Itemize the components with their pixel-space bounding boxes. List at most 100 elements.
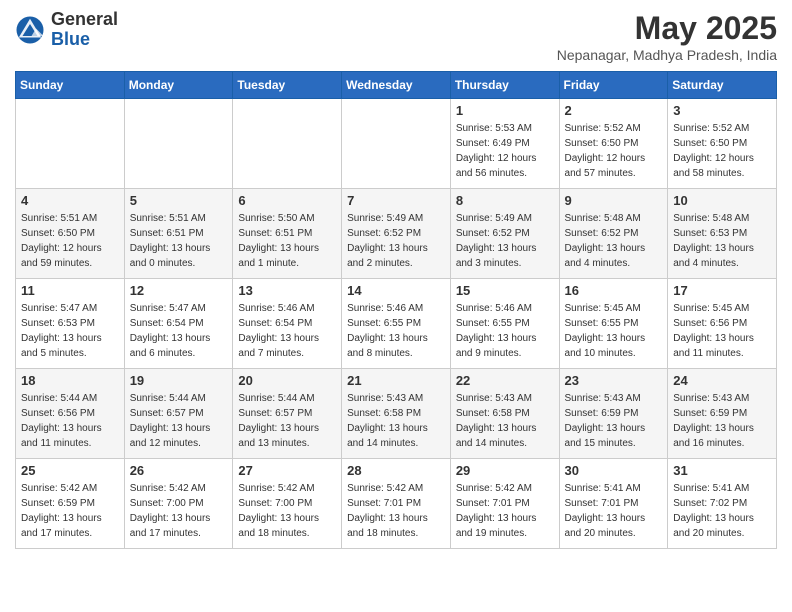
day-info: Sunrise: 5:53 AM Sunset: 6:49 PM Dayligh… [456, 121, 554, 181]
calendar-week-row: 4 Sunrise: 5:51 AM Sunset: 6:50 PM Daylig… [16, 189, 777, 279]
title-block: May 2025 Nepanagar, Madhya Pradesh, Indi… [557, 10, 777, 63]
calendar-cell: 16 Sunrise: 5:45 AM Sunset: 6:55 PM Dayli… [559, 279, 668, 369]
day-info: Sunrise: 5:45 AM Sunset: 6:56 PM Dayligh… [673, 301, 771, 361]
day-number: 11 [21, 283, 119, 298]
day-info: Sunrise: 5:52 AM Sunset: 6:50 PM Dayligh… [673, 121, 771, 181]
day-number: 2 [565, 103, 663, 118]
day-info: Sunrise: 5:42 AM Sunset: 7:00 PM Dayligh… [130, 481, 228, 541]
calendar-cell: 11 Sunrise: 5:47 AM Sunset: 6:53 PM Dayli… [16, 279, 125, 369]
day-info: Sunrise: 5:49 AM Sunset: 6:52 PM Dayligh… [456, 211, 554, 271]
location: Nepanagar, Madhya Pradesh, India [557, 47, 777, 63]
day-info: Sunrise: 5:42 AM Sunset: 6:59 PM Dayligh… [21, 481, 119, 541]
day-info: Sunrise: 5:44 AM Sunset: 6:57 PM Dayligh… [238, 391, 336, 451]
calendar-cell: 31Sunrise: 5:41 AM Sunset: 7:02 PM Dayli… [668, 459, 777, 549]
day-number: 5 [130, 193, 228, 208]
calendar-cell: 18 Sunrise: 5:44 AM Sunset: 6:56 PM Dayli… [16, 369, 125, 459]
calendar-cell: 1 Sunrise: 5:53 AM Sunset: 6:49 PM Daylig… [450, 99, 559, 189]
day-header-wednesday: Wednesday [342, 72, 451, 99]
calendar-cell: 29 Sunrise: 5:42 AM Sunset: 7:01 PM Dayli… [450, 459, 559, 549]
calendar-cell: 30Sunrise: 5:41 AM Sunset: 7:01 PM Dayli… [559, 459, 668, 549]
calendar-week-row: 11 Sunrise: 5:47 AM Sunset: 6:53 PM Dayli… [16, 279, 777, 369]
day-number: 6 [238, 193, 336, 208]
calendar-cell: 3 Sunrise: 5:52 AM Sunset: 6:50 PM Daylig… [668, 99, 777, 189]
day-info: Sunrise: 5:50 AM Sunset: 6:51 PM Dayligh… [238, 211, 336, 271]
day-number: 18 [21, 373, 119, 388]
day-info: Sunrise: 5:51 AM Sunset: 6:50 PM Dayligh… [21, 211, 119, 271]
day-header-tuesday: Tuesday [233, 72, 342, 99]
calendar-cell: 19 Sunrise: 5:44 AM Sunset: 6:57 PM Dayli… [124, 369, 233, 459]
logo-text: General Blue [51, 10, 118, 50]
day-info: Sunrise: 5:43 AM Sunset: 6:58 PM Dayligh… [347, 391, 445, 451]
day-number: 25 [21, 463, 119, 478]
day-number: 3 [673, 103, 771, 118]
day-number: 29 [456, 463, 554, 478]
day-number: 17 [673, 283, 771, 298]
day-info: Sunrise: 5:48 AM Sunset: 6:52 PM Dayligh… [565, 211, 663, 271]
day-number: 27 [238, 463, 336, 478]
day-info: Sunrise: 5:42 AM Sunset: 7:01 PM Dayligh… [347, 481, 445, 541]
calendar-cell [342, 99, 451, 189]
calendar-cell: 20 Sunrise: 5:44 AM Sunset: 6:57 PM Dayli… [233, 369, 342, 459]
day-info: Sunrise: 5:41 AM Sunset: 7:02 PM Dayligh… [673, 481, 771, 541]
calendar-cell: 23 Sunrise: 5:43 AM Sunset: 6:59 PM Dayli… [559, 369, 668, 459]
calendar-cell: 21 Sunrise: 5:43 AM Sunset: 6:58 PM Dayli… [342, 369, 451, 459]
calendar-cell: 24 Sunrise: 5:43 AM Sunset: 6:59 PM Dayli… [668, 369, 777, 459]
day-number: 1 [456, 103, 554, 118]
day-number: 15 [456, 283, 554, 298]
calendar-cell [16, 99, 125, 189]
calendar-cell [233, 99, 342, 189]
day-number: 23 [565, 373, 663, 388]
day-number: 4 [21, 193, 119, 208]
day-info: Sunrise: 5:47 AM Sunset: 6:53 PM Dayligh… [21, 301, 119, 361]
day-number: 10 [673, 193, 771, 208]
day-info: Sunrise: 5:52 AM Sunset: 6:50 PM Dayligh… [565, 121, 663, 181]
day-info: Sunrise: 5:42 AM Sunset: 7:01 PM Dayligh… [456, 481, 554, 541]
day-number: 19 [130, 373, 228, 388]
day-info: Sunrise: 5:43 AM Sunset: 6:58 PM Dayligh… [456, 391, 554, 451]
day-info: Sunrise: 5:44 AM Sunset: 6:57 PM Dayligh… [130, 391, 228, 451]
day-info: Sunrise: 5:48 AM Sunset: 6:53 PM Dayligh… [673, 211, 771, 271]
logo: General Blue [15, 10, 118, 50]
day-number: 20 [238, 373, 336, 388]
day-info: Sunrise: 5:42 AM Sunset: 7:00 PM Dayligh… [238, 481, 336, 541]
calendar-cell: 9 Sunrise: 5:48 AM Sunset: 6:52 PM Daylig… [559, 189, 668, 279]
calendar-cell: 27 Sunrise: 5:42 AM Sunset: 7:00 PM Dayli… [233, 459, 342, 549]
day-header-saturday: Saturday [668, 72, 777, 99]
day-info: Sunrise: 5:45 AM Sunset: 6:55 PM Dayligh… [565, 301, 663, 361]
day-info: Sunrise: 5:46 AM Sunset: 6:54 PM Dayligh… [238, 301, 336, 361]
calendar-cell: 25 Sunrise: 5:42 AM Sunset: 6:59 PM Dayli… [16, 459, 125, 549]
day-header-thursday: Thursday [450, 72, 559, 99]
calendar-header-row: SundayMondayTuesdayWednesdayThursdayFrid… [16, 72, 777, 99]
logo-blue-text: Blue [51, 30, 118, 50]
day-number: 8 [456, 193, 554, 208]
calendar-week-row: 1 Sunrise: 5:53 AM Sunset: 6:49 PM Daylig… [16, 99, 777, 189]
calendar-cell: 17 Sunrise: 5:45 AM Sunset: 6:56 PM Dayli… [668, 279, 777, 369]
day-info: Sunrise: 5:44 AM Sunset: 6:56 PM Dayligh… [21, 391, 119, 451]
day-info: Sunrise: 5:41 AM Sunset: 7:01 PM Dayligh… [565, 481, 663, 541]
calendar-cell: 8 Sunrise: 5:49 AM Sunset: 6:52 PM Daylig… [450, 189, 559, 279]
day-number: 14 [347, 283, 445, 298]
day-info: Sunrise: 5:49 AM Sunset: 6:52 PM Dayligh… [347, 211, 445, 271]
day-number: 21 [347, 373, 445, 388]
calendar-week-row: 18 Sunrise: 5:44 AM Sunset: 6:56 PM Dayli… [16, 369, 777, 459]
day-header-monday: Monday [124, 72, 233, 99]
calendar-cell: 2 Sunrise: 5:52 AM Sunset: 6:50 PM Daylig… [559, 99, 668, 189]
day-number: 7 [347, 193, 445, 208]
day-info: Sunrise: 5:43 AM Sunset: 6:59 PM Dayligh… [673, 391, 771, 451]
logo-general-text: General [51, 10, 118, 30]
day-number: 24 [673, 373, 771, 388]
day-number: 13 [238, 283, 336, 298]
calendar-cell: 10 Sunrise: 5:48 AM Sunset: 6:53 PM Dayli… [668, 189, 777, 279]
day-number: 22 [456, 373, 554, 388]
day-number: 9 [565, 193, 663, 208]
calendar-cell: 28Sunrise: 5:42 AM Sunset: 7:01 PM Dayli… [342, 459, 451, 549]
day-info: Sunrise: 5:43 AM Sunset: 6:59 PM Dayligh… [565, 391, 663, 451]
day-number: 16 [565, 283, 663, 298]
day-info: Sunrise: 5:47 AM Sunset: 6:54 PM Dayligh… [130, 301, 228, 361]
calendar-cell: 13 Sunrise: 5:46 AM Sunset: 6:54 PM Dayli… [233, 279, 342, 369]
day-info: Sunrise: 5:51 AM Sunset: 6:51 PM Dayligh… [130, 211, 228, 271]
calendar-cell [124, 99, 233, 189]
calendar-cell: 15Sunrise: 5:46 AM Sunset: 6:55 PM Dayli… [450, 279, 559, 369]
day-header-sunday: Sunday [16, 72, 125, 99]
calendar-cell: 22 Sunrise: 5:43 AM Sunset: 6:58 PM Dayli… [450, 369, 559, 459]
